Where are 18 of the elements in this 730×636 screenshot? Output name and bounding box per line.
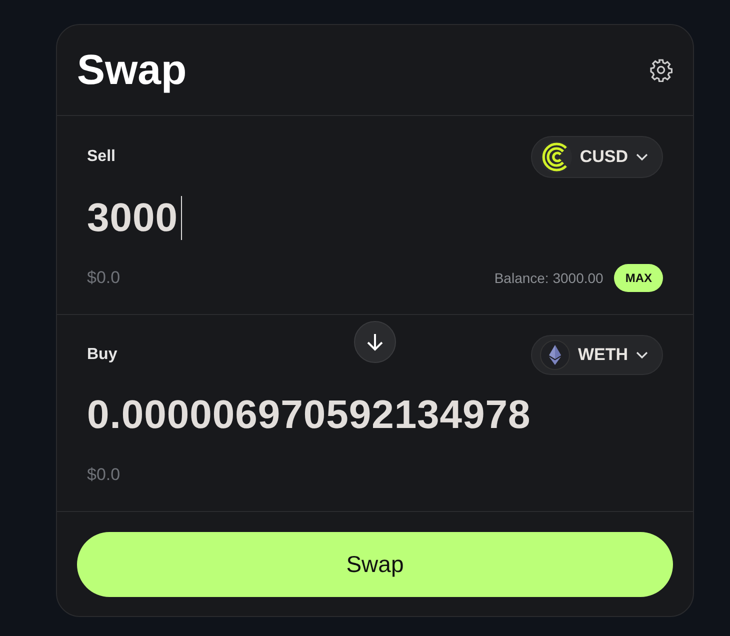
swap-button[interactable]: Swap (77, 532, 673, 597)
max-button[interactable]: MAX (614, 264, 663, 292)
chevron-down-icon (636, 351, 648, 359)
usd-value: $0.0 (87, 268, 120, 288)
chevron-down-icon (636, 153, 648, 161)
amount-output: 0.000006970592134978 (87, 393, 532, 437)
section-label: Sell (87, 148, 116, 166)
balance-text: Balance: 3000.00 (494, 270, 604, 286)
section-label: Buy (87, 346, 118, 364)
page-title: Swap (77, 46, 187, 94)
token-selector[interactable]: WETH (530, 335, 663, 375)
settings-icon[interactable] (649, 58, 673, 82)
swap-direction-button[interactable] (354, 321, 396, 363)
usd-value: $0.0 (87, 465, 120, 485)
amount-field[interactable]: 3000 (87, 196, 182, 240)
ethereum-logo-icon (540, 340, 570, 370)
token-selector[interactable]: CUSD (530, 136, 663, 178)
arrow-down-icon (365, 332, 385, 352)
